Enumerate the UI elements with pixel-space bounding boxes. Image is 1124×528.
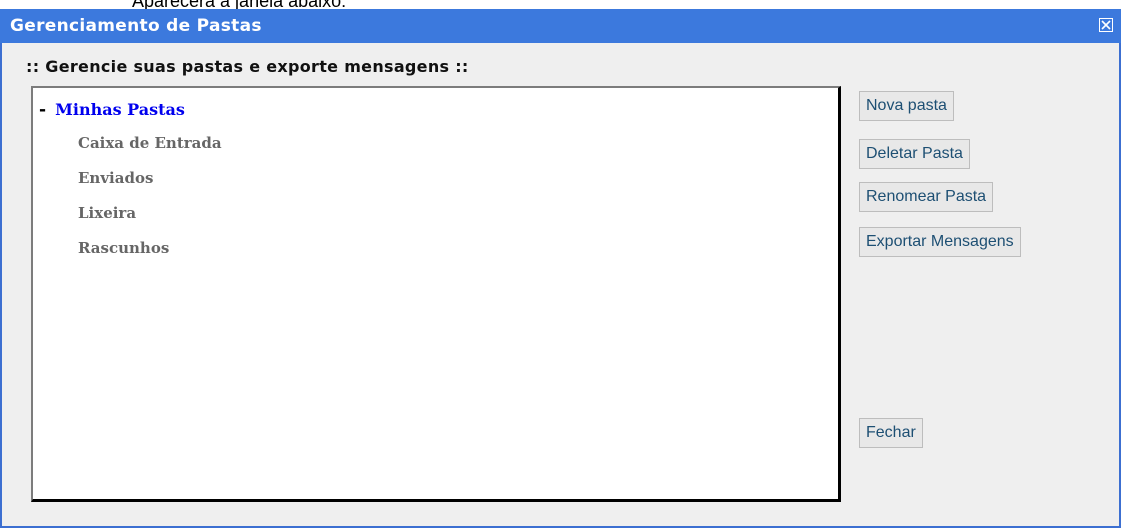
close-button[interactable]: Fechar (859, 418, 923, 448)
folder-item-lixeira[interactable]: Lixeira (78, 204, 222, 239)
folder-management-window: Gerenciamento de Pastas :: Gerencie suas… (0, 9, 1121, 528)
folder-item-caixa-de-entrada[interactable]: Caixa de Entrada (78, 134, 222, 169)
tree-root-label[interactable]: Minhas Pastas (55, 100, 185, 119)
rename-folder-button[interactable]: Renomear Pasta (859, 182, 994, 212)
folder-list: Caixa de Entrada Enviados Lixeira Rascun… (78, 134, 222, 274)
collapse-toggle[interactable]: - (39, 100, 46, 120)
window-subtitle: :: Gerencie suas pastas e exporte mensag… (26, 57, 469, 76)
new-folder-button[interactable]: Nova pasta (859, 91, 954, 121)
window-title: Gerenciamento de Pastas (10, 16, 262, 36)
window-titlebar: Gerenciamento de Pastas (0, 9, 1121, 43)
delete-folder-button[interactable]: Deletar Pasta (859, 139, 970, 169)
export-messages-button[interactable]: Exportar Mensagens (859, 227, 1021, 257)
close-icon[interactable] (1099, 18, 1113, 32)
folder-item-enviados[interactable]: Enviados (78, 169, 222, 204)
tree-root: - Minhas Pastas (39, 100, 185, 120)
folder-item-rascunhos[interactable]: Rascunhos (78, 239, 222, 274)
folder-tree: - Minhas Pastas Caixa de Entrada Enviado… (31, 86, 841, 502)
